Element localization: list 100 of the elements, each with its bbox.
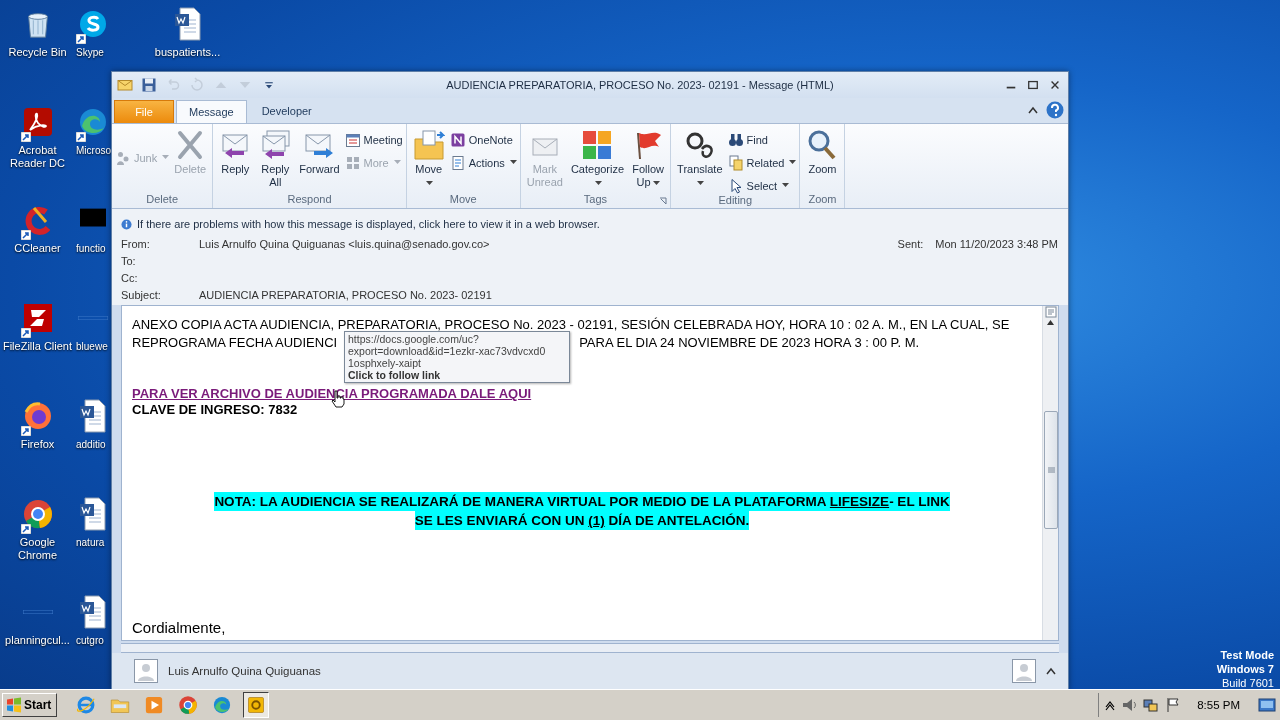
- scroll-up-icon: [1046, 318, 1055, 327]
- expand-pane-icon: [1046, 667, 1056, 675]
- up-arrow-icon: [215, 80, 227, 90]
- ribbon-tab[interactable]: Developer: [248, 99, 325, 123]
- ribbon-tab[interactable]: Message: [176, 100, 247, 123]
- ribbon-button[interactable]: Find: [727, 131, 797, 148]
- ribbon-button[interactable]: OneNote: [449, 131, 517, 148]
- word-document-icon: [77, 594, 109, 630]
- message-text: ANEXO COPIA ACTA AUDIENCIA, PREPARATORIA, PROCESO No. 2023 - 02191, SESIÓN CELEBRADA HOY, HORA 10 : 02 A. M., EN LA CUAL, SE: [132, 316, 1010, 334]
- system-notice-text: Test Mode: [1220, 648, 1274, 662]
- ribbon-group-label: Delete: [146, 193, 178, 207]
- transfer-icon: [21, 302, 54, 334]
- ribbon-button[interactable]: Actions: [449, 154, 517, 171]
- ribbon-group-label: Tags: [583, 193, 608, 207]
- contact-avatar-icon: [1012, 659, 1036, 683]
- flag-icon: [1165, 697, 1182, 713]
- ribbon-group-label: Move: [449, 193, 477, 207]
- help-icon: [1046, 101, 1064, 119]
- redo-icon: [189, 77, 205, 93]
- scrollbar-thumb[interactable]: [1044, 411, 1058, 529]
- ribbon-group-label: Zoom: [808, 193, 837, 207]
- maximize-icon: [1027, 80, 1039, 90]
- pdf-icon: [21, 106, 54, 138]
- desktop-icon-label: CCleaner: [14, 242, 61, 255]
- ribbon-button[interactable]: Reply: [216, 127, 255, 178]
- media-player-icon: [144, 695, 165, 715]
- undo-icon: [165, 77, 181, 93]
- ribbon-button[interactable]: Forward: [296, 127, 343, 178]
- desktop-icon-label: cutgro: [76, 634, 104, 647]
- message-text: REPROGRAMA FECHA AUDIENCI: [132, 334, 338, 352]
- calendar-icon: [344, 131, 361, 148]
- ie-icon: [76, 695, 97, 715]
- info-icon: [121, 218, 132, 230]
- ribbon-button[interactable]: Translate: [674, 127, 726, 191]
- desktop-icon-label: FileZilla Client: [2, 340, 73, 353]
- desktop-icon-label: buspatients...: [154, 46, 221, 59]
- header-label: Sent:: [897, 237, 924, 250]
- system-notice-text: Windows 7: [1216, 662, 1274, 676]
- header-value: Luis Arnulfo Quina Quiguanas <luis.quina@senado.gov.co>: [199, 237, 490, 250]
- person-icon: [115, 149, 131, 166]
- desktop-icon-label: Google Chrome: [16, 536, 59, 562]
- caret-icon: [393, 160, 401, 165]
- chat-logo-icon: [77, 8, 109, 40]
- desktop-icon-label: Skype: [76, 46, 104, 59]
- ribbon-button[interactable]: Reply All: [256, 127, 295, 191]
- ribbon-button[interactable]: Zoom: [803, 127, 842, 178]
- clock-text: 8:55 PM: [1197, 699, 1240, 711]
- desktop-icon-label: functio: [76, 242, 106, 255]
- folder-move-icon: [412, 129, 445, 161]
- header-label: Cc:: [121, 271, 139, 284]
- message-text: PARA EL DIA 24 NOVIEMBRE DE 2023 HORA 3 : 00 P. M.: [579, 334, 920, 352]
- edge-icon: [212, 695, 233, 715]
- desktop-icon-label: additio: [76, 438, 106, 451]
- highlighted-note: NOTA: LA AUDIENCIA SE REALIZARÁ DE MANERA VIRTUAL POR MEDIO DE LA PLATAFORMA LIFESIZE- EL LINK: [214, 492, 950, 511]
- tooltip-url: https://docs.google.com/uc?: [348, 333, 480, 345]
- chrome-icon: [21, 498, 54, 530]
- volume-icon: [1121, 697, 1138, 713]
- start-button[interactable]: Start: [2, 693, 58, 717]
- desktop-icon-label: Acrobat Reader DC: [9, 144, 66, 170]
- caret-icon: [652, 181, 660, 186]
- color-squares-icon: [581, 129, 614, 161]
- binoculars-icon: [727, 131, 744, 148]
- header-value: AUDIENCIA PREPARATORIA, PROCESO No. 2023- 02191: [199, 288, 492, 301]
- network-icon: [1143, 697, 1160, 713]
- system-notice-text: Build 7601: [1222, 676, 1274, 690]
- desktop-icon-label: planningcul...: [5, 634, 70, 647]
- save-icon: [141, 77, 157, 93]
- ribbon-button[interactable]: Meeting: [344, 131, 403, 148]
- tooltip-url: 1osphxely-xaipt: [348, 357, 422, 369]
- related-documents-icon: [727, 154, 744, 171]
- password-text: CLAVE DE INGRESO: 7832: [132, 401, 299, 419]
- reply-all-icon: [259, 129, 292, 161]
- ribbon-button[interactable]: Related: [727, 154, 797, 171]
- desktop-icon-label: Microso: [76, 144, 111, 157]
- document-actions-icon: [449, 154, 466, 171]
- desktop-icon-label: natura: [76, 536, 105, 549]
- taskbar-app-button[interactable]: [243, 692, 270, 718]
- collapse-ribbon-icon: [1028, 106, 1038, 114]
- desktop-icon-label: Recycle Bin: [8, 46, 67, 59]
- caret-icon: [509, 160, 517, 165]
- desktop-icon-label: bluewe: [76, 340, 108, 353]
- ribbon-button[interactable]: Categorize: [567, 127, 628, 191]
- ribbon-button[interactable]: Move: [409, 127, 448, 191]
- ribbon-group-label: Editing: [718, 194, 753, 208]
- header-value: Mon 11/20/2023 3:48 PM: [935, 237, 1058, 250]
- caret-icon: [162, 155, 170, 160]
- window-title: AUDIENCIA PREPARATORIA, PROCESO No. 2023- 02191 - Message (HTML): [445, 79, 835, 91]
- ribbon-button[interactable]: Select: [727, 177, 797, 194]
- download-link[interactable]: PARA VER ARCHIVO DE AUDIENCIA PROGRAMADA DALE AQUI: [132, 386, 532, 401]
- word-document-icon: [77, 398, 109, 434]
- ribbon-button[interactable]: Follow Up: [629, 127, 668, 191]
- ribbon-group-label: Respond: [287, 193, 332, 207]
- contact-avatar-icon: [134, 659, 158, 683]
- envelope-icon: [117, 77, 133, 93]
- close-icon: [1049, 80, 1061, 90]
- highlighted-note: SE LES ENVIARÁ CON UN (1) DÍA DE ANTELACIÓN.: [414, 511, 750, 530]
- info-bar-text[interactable]: If there are problems with how this message is displayed, click here to view it in a web browser.: [137, 218, 600, 230]
- dialog-launcher-icon[interactable]: [659, 197, 668, 205]
- header-label: Subject:: [121, 288, 162, 301]
- header-label: From:: [121, 237, 151, 250]
